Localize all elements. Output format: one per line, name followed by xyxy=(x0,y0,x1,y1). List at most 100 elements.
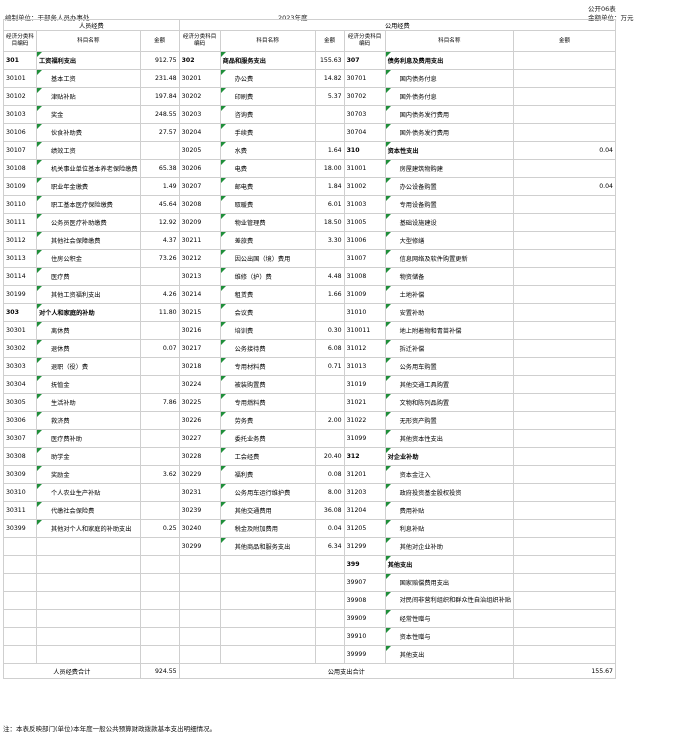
table-row: 30399 其他对个人和家庭的补助支出 0.25 30240 税金及附加费用 0.04 31… xyxy=(3,519,616,538)
goods-services-code-cell: 30206 xyxy=(178,159,221,178)
personnel-amount-cell: 73.26 xyxy=(139,249,180,268)
other-code-cell: 310011 xyxy=(343,321,386,340)
personnel-amount-cell xyxy=(139,609,180,628)
table-row: 30199 其他工资福利支出 4.26 30214 租赁费 1.66 31009 土地补偿 xyxy=(3,285,616,304)
personnel-code-cell: 30112 xyxy=(3,231,37,250)
other-code-cell: 30701 xyxy=(343,69,386,88)
personnel-subject-cell: 医疗费 xyxy=(36,267,141,286)
goods-services-amount-cell xyxy=(314,609,345,628)
cell-comment-marker xyxy=(386,646,391,651)
other-amount-cell xyxy=(513,213,616,232)
other-amount-cell xyxy=(513,609,616,628)
other-subject-cell: 房屋建筑物购建 xyxy=(384,159,515,178)
goods-services-subject-cell: 培训费 xyxy=(219,321,316,340)
cell-comment-marker xyxy=(37,214,42,219)
goods-services-code-cell: 30226 xyxy=(178,411,221,430)
other-subject-cell: 其他对企业补助 xyxy=(384,537,515,556)
table-row: 30101 基本工资 231.48 30201 办公费 14.82 30701 国内债务付息 xyxy=(3,69,616,88)
public-total-amount: 155.67 xyxy=(513,663,616,679)
personnel-code-cell xyxy=(3,609,37,628)
cell-comment-marker xyxy=(37,88,42,93)
cell-comment-marker xyxy=(386,520,391,525)
personnel-code-cell: 30107 xyxy=(3,141,37,160)
other-subject-cell: 公务用车购置 xyxy=(384,357,515,376)
personnel-subject-cell xyxy=(36,591,141,610)
other-subject-cell: 国外债务付息 xyxy=(384,87,515,106)
other-code-cell: 31203 xyxy=(343,483,386,502)
other-amount-cell xyxy=(513,159,616,178)
goods-services-code-cell: 30215 xyxy=(178,303,221,322)
other-subject-cell: 基础设施建设 xyxy=(384,213,515,232)
goods-services-code-cell xyxy=(178,609,221,628)
personnel-code-cell: 30399 xyxy=(3,519,37,538)
cell-comment-marker xyxy=(221,304,226,309)
personnel-subject-cell: 生活补助 xyxy=(36,393,141,412)
other-subject-cell: 政府投资基金股权投资 xyxy=(384,483,515,502)
goods-services-amount-cell xyxy=(314,249,345,268)
cell-comment-marker xyxy=(386,538,391,543)
cell-comment-marker xyxy=(221,160,226,165)
other-subject-cell: 其他交通工具购置 xyxy=(384,375,515,394)
personnel-code-cell: 30199 xyxy=(3,285,37,304)
other-amount-cell xyxy=(513,249,616,268)
goods-services-code-cell: 30299 xyxy=(178,537,221,556)
cell-comment-marker xyxy=(221,142,226,147)
goods-services-subject-cell: 维修（护）费 xyxy=(219,267,316,286)
personnel-code-cell: 303 xyxy=(3,303,37,322)
table-row: 30107 绩效工资 30205 水费 1.64 310 资本性支出 0.04 xyxy=(3,141,616,160)
table-row: 30111 公务员医疗补助缴费 12.92 30209 物业管理费 18.50 31005 基… xyxy=(3,213,616,232)
goods-services-code-cell xyxy=(178,555,221,574)
goods-services-subject-cell: 劳务费 xyxy=(219,411,316,430)
table-row: 39909 经常性赠与 xyxy=(3,609,616,628)
goods-services-code-cell xyxy=(178,573,221,592)
other-subject-cell: 国内债务付息 xyxy=(384,69,515,88)
col-header-subject: 科目名称 xyxy=(219,30,316,52)
personnel-code-cell: 30101 xyxy=(3,69,37,88)
personnel-amount-cell xyxy=(139,501,180,520)
other-amount-cell xyxy=(513,465,616,484)
personnel-amount-cell: 0.25 xyxy=(139,519,180,538)
cell-comment-marker xyxy=(37,394,42,399)
cell-comment-marker xyxy=(386,304,391,309)
goods-services-subject-cell xyxy=(219,573,316,592)
other-amount-cell xyxy=(513,555,616,574)
personnel-amount-cell xyxy=(139,537,180,556)
cell-comment-marker xyxy=(221,448,226,453)
personnel-amount-cell: 7.86 xyxy=(139,393,180,412)
table-row: 30109 职业年金缴费 1.49 30207 邮电费 1.84 31002 办公设备购置 0.… xyxy=(3,177,616,196)
table-row: 39907 国家赔偿费用支出 xyxy=(3,573,616,592)
goods-services-code-cell: 30203 xyxy=(178,105,221,124)
goods-services-code-cell xyxy=(178,627,221,646)
goods-services-subject-cell: 税金及附加费用 xyxy=(219,519,316,538)
other-amount-cell xyxy=(513,69,616,88)
goods-services-amount-cell: 2.00 xyxy=(314,411,345,430)
other-code-cell: 31002 xyxy=(343,177,386,196)
goods-services-code-cell: 30212 xyxy=(178,249,221,268)
personnel-code-cell: 301 xyxy=(3,51,37,70)
section-header-row: 人员经费 公用经费 xyxy=(3,19,617,31)
cell-comment-marker xyxy=(37,160,42,165)
cell-comment-marker xyxy=(386,268,391,273)
table-row: 30307 医疗费补助 30227 委托业务费 31099 其他资本性支出 xyxy=(3,429,616,448)
cell-comment-marker xyxy=(37,70,42,75)
other-amount-cell xyxy=(513,627,616,646)
other-code-cell: 31021 xyxy=(343,393,386,412)
goods-services-amount-cell: 1.64 xyxy=(314,141,345,160)
personnel-amount-cell: 912.75 xyxy=(139,51,180,70)
table-row: 30113 住房公积金 73.26 30212 因公出国（境）费用 31007 信息网络及软… xyxy=(3,249,616,268)
public-total-label: 公用支出合计 xyxy=(178,663,515,679)
table-row: 30302 退休费 0.07 30217 公务接待费 6.08 31012 拆迁补偿 xyxy=(3,339,616,358)
other-subject-cell: 费用补贴 xyxy=(384,501,515,520)
section-personnel: 人员经费 xyxy=(3,19,180,31)
personnel-amount-cell xyxy=(139,627,180,646)
cell-comment-marker xyxy=(221,268,226,273)
personnel-subject-cell: 津贴补贴 xyxy=(36,87,141,106)
personnel-code-cell: 30307 xyxy=(3,429,37,448)
cell-comment-marker xyxy=(221,340,226,345)
goods-services-amount-cell: 6.34 xyxy=(314,537,345,556)
goods-services-amount-cell xyxy=(314,591,345,610)
cell-comment-marker xyxy=(386,340,391,345)
cell-comment-marker xyxy=(37,412,42,417)
other-subject-cell: 国家赔偿费用支出 xyxy=(384,573,515,592)
goods-services-code-cell: 30227 xyxy=(178,429,221,448)
